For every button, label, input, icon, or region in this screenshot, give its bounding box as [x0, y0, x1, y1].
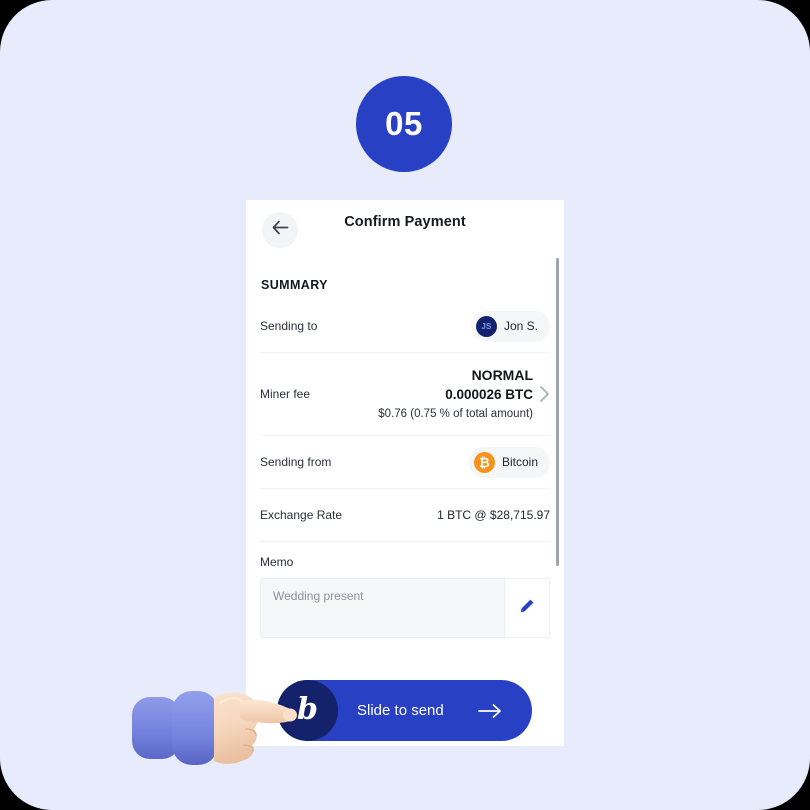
phone-screen-card: Confirm Payment SUMMARY Sending to JS Jo… — [246, 200, 564, 746]
page-root: 05 Confirm Payment SUMMARY Sending to JS… — [0, 0, 810, 810]
source-wallet-chip[interactable]: ₿ Bitcoin — [468, 446, 550, 478]
memo-section: Memo — [260, 541, 550, 638]
sending-to-label: Sending to — [260, 319, 318, 333]
vertical-scrollbar[interactable] — [556, 258, 559, 566]
memo-edit-button[interactable] — [504, 579, 549, 637]
step-number-label: 05 — [385, 105, 423, 142]
row-exchange-rate: Exchange Rate 1 BTC @ $28,715.97 — [260, 488, 550, 541]
fee-amount-btc: 0.000026 BTC — [445, 387, 533, 403]
row-sending-to: Sending to JS Jon S. — [260, 300, 550, 352]
chevron-right-icon[interactable] — [539, 385, 550, 403]
fee-amount-fiat: $0.76 (0.75 % of total amount) — [378, 407, 533, 420]
pointing-hand-cursor — [130, 675, 310, 775]
bitcoin-icon: ₿ — [473, 451, 495, 473]
recipient-chip[interactable]: JS Jon S. — [470, 310, 550, 342]
pencil-icon — [519, 598, 535, 619]
row-sending-from: Sending from ₿ Bitcoin — [260, 435, 550, 488]
slide-to-send-label: Slide to send — [357, 702, 444, 719]
sending-from-label: Sending from — [260, 455, 332, 469]
page-title: Confirm Payment — [344, 214, 466, 230]
source-wallet-name: Bitcoin — [501, 455, 538, 469]
fee-speed-label: NORMAL — [471, 366, 533, 383]
miner-fee-label: Miner fee — [260, 387, 311, 401]
avatar: JS — [475, 315, 497, 337]
recipient-name: Jon S. — [503, 319, 538, 333]
arrow-right-icon — [478, 703, 502, 719]
exchange-rate-value: 1 BTC @ $28,715.97 — [437, 508, 550, 522]
memo-box — [260, 578, 550, 638]
screen-body: SUMMARY Sending to JS Jon S. Miner fee N… — [246, 278, 564, 638]
slide-to-send-button[interactable]: b Slide to send — [277, 680, 532, 741]
miner-fee-values-group: NORMAL 0.000026 BTC $0.76 (0.75 % of tot… — [310, 365, 550, 423]
miner-fee-values: NORMAL 0.000026 BTC $0.76 (0.75 % of tot… — [378, 365, 533, 423]
row-miner-fee[interactable]: Miner fee NORMAL 0.000026 BTC $0.76 (0.7… — [260, 352, 550, 435]
exchange-rate-label: Exchange Rate — [260, 508, 343, 522]
step-number-badge: 05 — [356, 76, 452, 172]
memo-label: Memo — [260, 555, 294, 569]
screen-header: Confirm Payment — [246, 200, 564, 258]
summary-heading: SUMMARY — [261, 278, 328, 292]
memo-input[interactable] — [261, 579, 504, 637]
